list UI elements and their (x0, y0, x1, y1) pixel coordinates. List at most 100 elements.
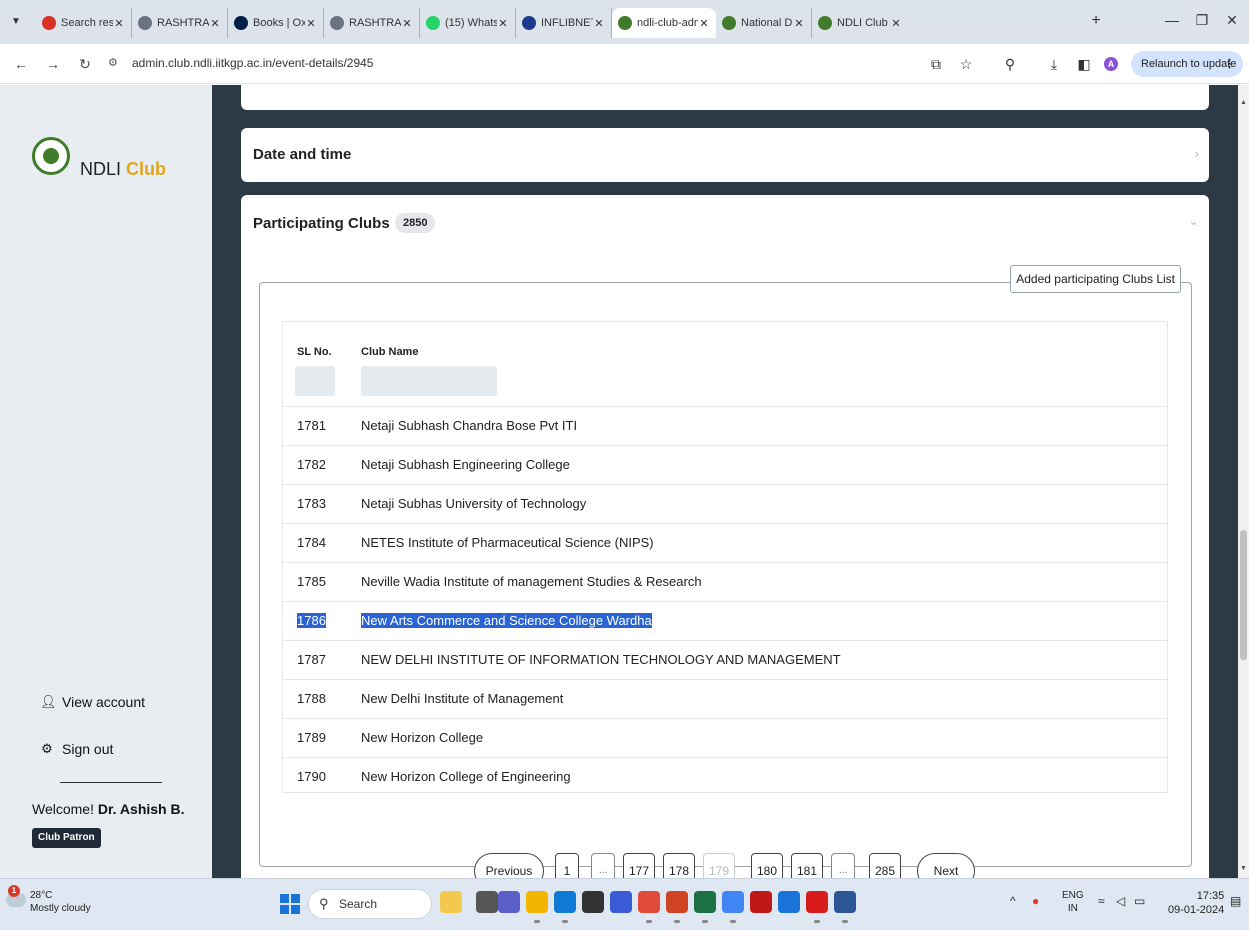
restore-icon[interactable]: ❐ (1192, 12, 1212, 29)
participating-clubs-title[interactable]: Participating Clubs (253, 215, 390, 232)
browser-tab[interactable]: NDLI Club ✕ (812, 8, 908, 38)
weather-widget[interactable]: 28°C Mostly cloudy (30, 889, 91, 915)
edge-icon[interactable] (554, 891, 576, 923)
column-header-club-name[interactable]: Club Name (361, 346, 418, 358)
date-time-card[interactable]: Date and time › (241, 128, 1209, 182)
notification-icon[interactable]: ▤ (1230, 894, 1241, 908)
tab-title: Books | Oxford (253, 17, 305, 29)
store-icon[interactable] (778, 891, 800, 913)
sl-filter-input[interactable] (295, 366, 335, 396)
install-app-icon[interactable]: ⧉ (926, 54, 946, 74)
browser-tab[interactable]: Search results✕ (36, 8, 132, 38)
table-row[interactable]: 1781 Netaji Subhash Chandra Bose Pvt ITI (283, 406, 1167, 445)
close-tab-icon[interactable]: ✕ (890, 17, 902, 30)
profile-avatar[interactable]: A (1104, 57, 1118, 71)
reload-icon[interactable]: ↻ (76, 54, 94, 74)
scroll-down-icon[interactable]: ▼ (1240, 865, 1247, 872)
folder-icon[interactable] (526, 891, 548, 923)
excel-icon[interactable] (694, 891, 716, 923)
chrome-profile-icon[interactable] (722, 891, 744, 923)
vscode-icon[interactable] (610, 891, 632, 913)
row-club-name: NETES Institute of Pharmaceutical Scienc… (361, 535, 654, 550)
page-button[interactable]: 181 (791, 853, 823, 878)
browser-tab[interactable]: RASHTRASAN✕ (132, 8, 228, 38)
browser-tab[interactable]: National Digi✕ (716, 8, 812, 38)
table-row[interactable]: 1782 Netaji Subhash Engineering College (283, 445, 1167, 484)
language-indicator[interactable]: ENG IN (1062, 889, 1084, 915)
mcafee-icon[interactable] (750, 891, 772, 913)
browser-tab[interactable]: RASHTRASAN✕ (324, 8, 420, 38)
close-window-icon[interactable]: ✕ (1222, 12, 1242, 29)
page-button[interactable]: 180 (751, 853, 783, 878)
scroll-up-icon[interactable]: ▲ (1240, 99, 1247, 106)
show-hidden-icons[interactable]: ^ (1010, 894, 1016, 908)
next-button[interactable]: Next (917, 853, 975, 878)
bookmark-star-icon[interactable]: ☆ (956, 54, 976, 74)
column-header-sl[interactable]: SL No. (297, 346, 332, 358)
table-row[interactable]: 1786 New Arts Commerce and Science Colleg… (283, 601, 1167, 640)
close-tab-icon[interactable]: ✕ (305, 17, 317, 30)
app-icon[interactable] (582, 891, 604, 913)
scrollbar-thumb[interactable] (1240, 530, 1247, 660)
security-tray-icon[interactable]: ● (1032, 894, 1039, 908)
wifi-icon[interactable]: ≈ (1098, 894, 1105, 908)
sign-out-link[interactable]: ⚙ Sign out (40, 741, 113, 757)
close-tab-icon[interactable]: ✕ (401, 17, 413, 30)
new-tab-button[interactable]: + (1086, 12, 1106, 32)
address-bar[interactable]: ⚙ admin.club.ndli.iitkgp.ac.in/event-det… (104, 50, 916, 78)
forward-icon[interactable]: → (44, 54, 62, 74)
brand-title[interactable]: NDLI Club (80, 159, 166, 180)
minimize-icon[interactable]: — (1162, 12, 1182, 28)
tab-title: ndli-club-adm (637, 17, 698, 29)
close-tab-icon[interactable]: ✕ (593, 17, 605, 30)
previous-button[interactable]: Previous (474, 853, 544, 878)
page-button[interactable]: 285 (869, 853, 901, 878)
browser-tab[interactable]: INFLIBNET Ce✕ (516, 8, 612, 38)
current-page[interactable]: 179 (703, 853, 735, 878)
view-account-label: View account (62, 694, 146, 710)
battery-icon[interactable]: ▭ (1134, 894, 1145, 908)
close-tab-icon[interactable]: ✕ (113, 17, 125, 30)
page-button[interactable]: 177 (623, 853, 655, 878)
word-icon[interactable] (834, 891, 856, 923)
page-scrollbar[interactable]: ▲ ▼ (1238, 85, 1249, 878)
page-button[interactable]: 178 (663, 853, 695, 878)
taskbar-search-label: Search (339, 897, 378, 911)
page-button[interactable]: 1 (555, 853, 579, 878)
acrobat-icon[interactable] (806, 891, 828, 923)
extensions-icon[interactable]: ⚲ (1000, 54, 1020, 74)
site-info-icon[interactable]: ⚙ (108, 56, 118, 69)
task-view-icon[interactable] (476, 891, 498, 913)
powerpoint-icon[interactable] (666, 891, 688, 923)
volume-icon[interactable]: ◁ (1116, 894, 1125, 908)
clock[interactable]: 17:35 09-01-2024 (1168, 889, 1224, 917)
table-row[interactable]: 1785 Neville Wadia Institute of managemen… (283, 562, 1167, 601)
club-name-filter-input[interactable] (361, 366, 497, 396)
table-row[interactable]: 1784 NETES Institute of Pharmaceutical Sc… (283, 523, 1167, 562)
file-explorer-icon[interactable] (440, 891, 462, 913)
browser-tab[interactable]: ndli-club-adm ✕ (612, 8, 716, 38)
browser-tab[interactable]: (15) WhatsApp✕ (420, 8, 516, 38)
close-tab-icon[interactable]: ✕ (497, 17, 509, 30)
table-row[interactable]: 1787 NEW DELHI INSTITUTE OF INFORMATION T… (283, 640, 1167, 679)
teams-icon[interactable] (498, 891, 520, 913)
windows-start-icon[interactable] (280, 894, 300, 914)
tab-search-menu-icon[interactable]: ▼ (6, 12, 26, 32)
browser-tab[interactable]: Books | Oxford✕ (228, 8, 324, 38)
side-panel-icon[interactable]: ◧ (1074, 54, 1094, 74)
taskbar-search[interactable]: ⚲ Search (308, 889, 432, 919)
relaunch-button[interactable]: Relaunch to update ⋮ (1131, 51, 1243, 77)
chevron-down-icon[interactable]: ⌄ (1188, 213, 1199, 229)
close-tab-icon[interactable]: ✕ (698, 17, 710, 30)
close-tab-icon[interactable]: ✕ (209, 17, 221, 30)
download-icon[interactable]: ⤓ (1044, 54, 1064, 74)
table-row[interactable]: 1789 New Horizon College (283, 718, 1167, 757)
table-row[interactable]: 1790 New Horizon College of Engineering (283, 757, 1167, 796)
view-account-link[interactable]: 👤︎ View account (40, 694, 145, 710)
more-menu-icon[interactable]: ⋮ (1224, 51, 1235, 77)
close-tab-icon[interactable]: ✕ (793, 17, 805, 30)
chrome-icon[interactable] (638, 891, 660, 923)
table-row[interactable]: 1788 New Delhi Institute of Management (283, 679, 1167, 718)
back-icon[interactable]: ← (12, 54, 30, 74)
table-row[interactable]: 1783 Netaji Subhas University of Technolo… (283, 484, 1167, 523)
